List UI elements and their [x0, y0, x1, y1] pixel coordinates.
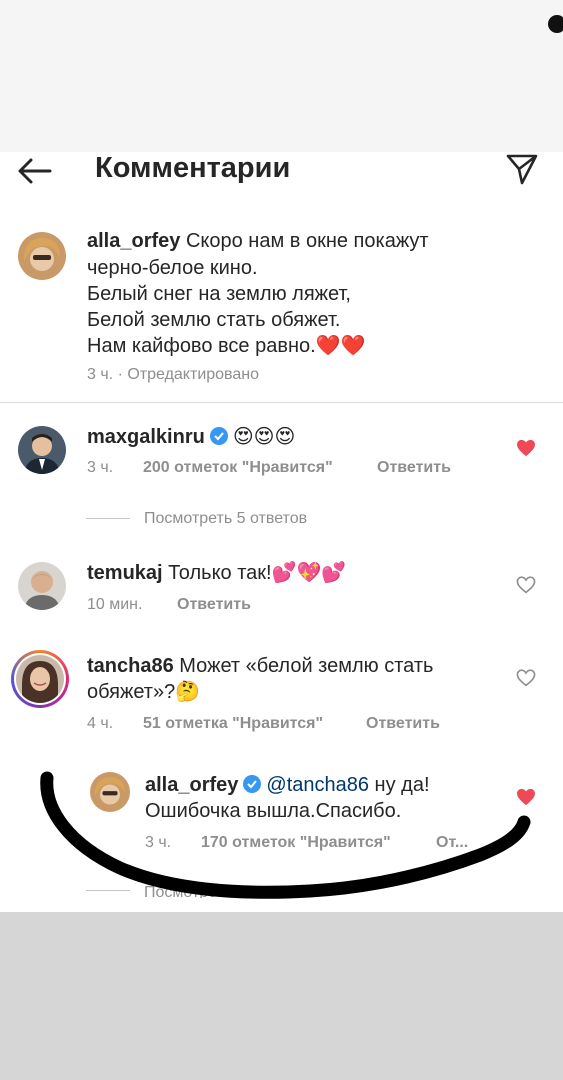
marker-scribble — [40, 771, 531, 899]
